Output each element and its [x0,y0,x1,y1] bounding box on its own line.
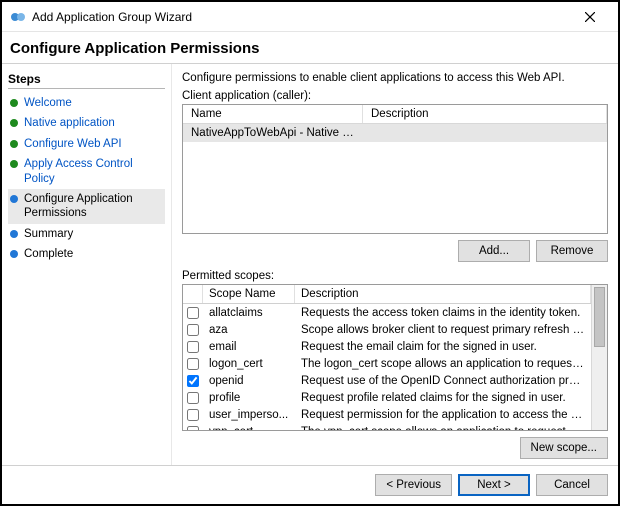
scope-description: The logon_cert scope allows an applicati… [295,358,591,370]
step-apply-access-control-policy[interactable]: Apply Access Control Policy [8,154,165,189]
scrollbar-thumb[interactable] [594,287,605,347]
window-title: Add Application Group Wizard [32,10,570,24]
wizard-body: Steps Welcome Native application Configure… [2,64,618,465]
scope-description: Request the email claim for the signed i… [295,341,591,353]
scopes-list[interactable]: Scope Name Description allatclaimsReques… [182,284,608,431]
step-complete: Complete [8,244,165,264]
step-label: Summary [24,227,73,241]
client-app-label: Client application (caller): [182,90,608,102]
scope-name: user_imperso... [203,409,295,421]
titlebar: Add Application Group Wizard [2,2,618,32]
scope-description: The vpn_cert scope allows an application… [295,426,591,431]
scope-checkbox[interactable] [187,392,199,404]
content-pane: Configure permissions to enable client a… [172,64,618,465]
step-configure-web-api[interactable]: Configure Web API [8,134,165,154]
scope-row[interactable]: allatclaimsRequests the access token cla… [183,304,591,321]
scope-row[interactable]: vpn_certThe vpn_cert scope allows an app… [183,423,591,430]
step-configure-application-permissions: Configure Application Permissions [8,189,165,224]
instruction-text: Configure permissions to enable client a… [182,72,608,84]
new-scope-button[interactable]: New scope... [520,437,608,459]
scope-description: Request permission for the application t… [295,409,591,421]
wizard-footer: < Previous Next > Cancel [2,465,618,504]
step-label: Configure Application Permissions [24,192,163,221]
remove-button[interactable]: Remove [536,240,608,262]
step-done-icon [10,140,18,148]
scopes-columns: Scope Name Description [183,285,591,304]
scope-row[interactable]: azaScope allows broker client to request… [183,321,591,338]
app-icon [10,9,26,25]
scope-name: openid [203,375,295,387]
scope-name: email [203,341,295,353]
step-label: Configure Web API [24,137,122,151]
steps-sidebar: Steps Welcome Native application Configure… [2,64,172,465]
scope-checkbox[interactable] [187,426,199,431]
scope-name: profile [203,392,295,404]
scope-description: Requests the access token claims in the … [295,307,591,319]
scope-name: logon_cert [203,358,295,370]
step-bullet-icon [10,230,18,238]
scope-name: vpn_cert [203,426,295,431]
step-bullet-icon [10,195,18,203]
step-label: Apply Access Control Policy [24,157,163,186]
scopes-scrollbar[interactable] [591,285,607,430]
scope-row[interactable]: logon_certThe logon_cert scope allows an… [183,355,591,372]
scope-row[interactable]: openidRequest use of the OpenID Connect … [183,372,591,389]
wizard-window: Add Application Group Wizard Configure A… [0,0,620,506]
step-summary: Summary [8,224,165,244]
client-app-description [363,124,607,142]
scope-checkbox[interactable] [187,358,199,370]
page-title: Configure Application Permissions [10,40,608,57]
scope-description: Request profile related claims for the s… [295,392,591,404]
step-label: Native application [24,116,115,130]
step-welcome[interactable]: Welcome [8,93,165,113]
close-button[interactable] [570,3,610,31]
scopes-label: Permitted scopes: [182,270,608,282]
step-done-icon [10,160,18,168]
previous-button[interactable]: < Previous [375,474,452,496]
next-button[interactable]: Next > [458,474,530,496]
column-header-name[interactable]: Name [183,105,363,123]
client-buttons: Add... Remove [182,240,608,262]
scope-row[interactable]: emailRequest the email claim for the sig… [183,338,591,355]
step-label: Welcome [24,96,72,110]
cancel-button[interactable]: Cancel [536,474,608,496]
scope-name: aza [203,324,295,336]
new-scope-row: New scope... [182,437,608,459]
scope-checkbox[interactable] [187,409,199,421]
step-native-application[interactable]: Native application [8,113,165,133]
scope-name: allatclaims [203,307,295,319]
column-header-scope-description[interactable]: Description [295,285,591,303]
client-app-name: NativeAppToWebApi - Native applicati... [183,124,363,142]
scope-checkbox[interactable] [187,375,199,387]
column-header-scope-name[interactable]: Scope Name [203,285,295,303]
step-bullet-icon [10,250,18,258]
step-done-icon [10,99,18,107]
scope-row[interactable]: user_imperso...Request permission for th… [183,406,591,423]
scope-checkbox[interactable] [187,341,199,353]
add-button[interactable]: Add... [458,240,530,262]
scope-description: Scope allows broker client to request pr… [295,324,591,336]
step-done-icon [10,119,18,127]
client-app-columns: Name Description [183,105,607,124]
steps-title: Steps [8,72,165,89]
client-app-row[interactable]: NativeAppToWebApi - Native applicati... [183,124,607,142]
page-header: Configure Application Permissions [2,32,618,64]
column-header-check [183,285,203,303]
scope-description: Request use of the OpenID Connect author… [295,375,591,387]
scope-row[interactable]: profileRequest profile related claims fo… [183,389,591,406]
scope-checkbox[interactable] [187,307,199,319]
step-label: Complete [24,247,73,261]
column-header-description[interactable]: Description [363,105,607,123]
scope-checkbox[interactable] [187,324,199,336]
client-app-list[interactable]: Name Description NativeAppToWebApi - Nat… [182,104,608,234]
close-icon [585,12,595,22]
